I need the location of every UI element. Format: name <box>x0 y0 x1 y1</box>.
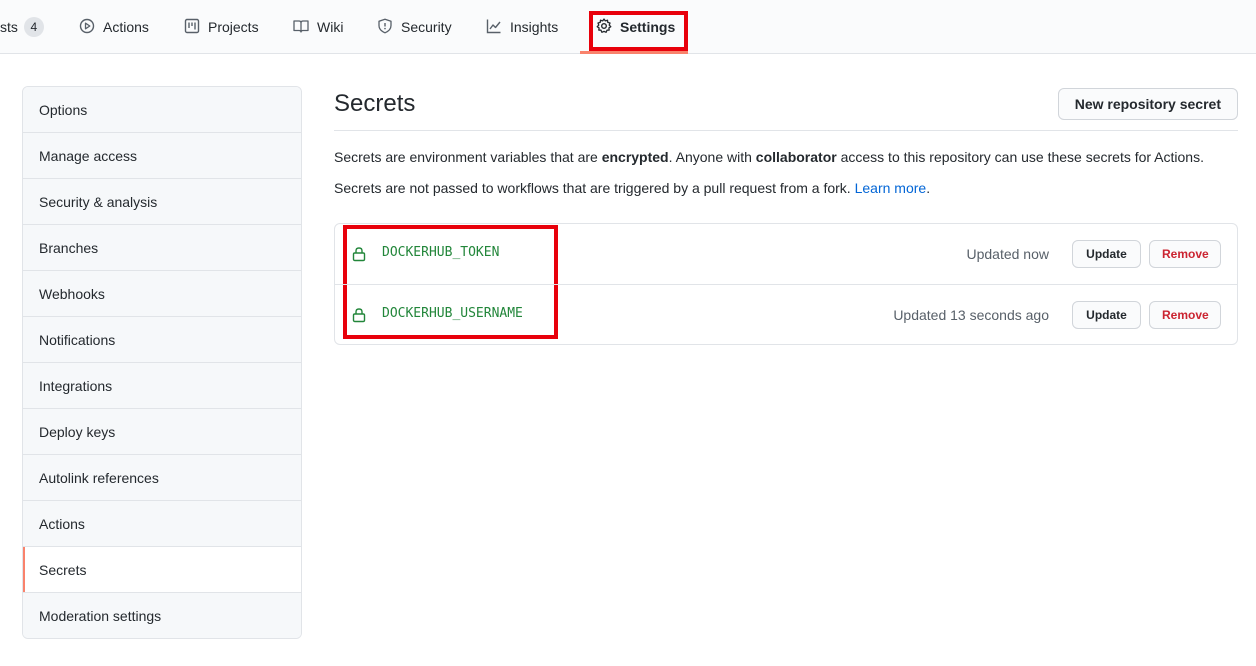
secret-updated-time: Updated 13 seconds ago <box>893 307 1049 323</box>
new-repository-secret-button[interactable]: New repository secret <box>1057 88 1238 120</box>
tab-security[interactable]: Security <box>377 0 452 54</box>
sidebar-item-notifications[interactable]: Notifications <box>23 317 301 363</box>
lock-icon <box>352 307 366 328</box>
secrets-description: Secrets are environment variables that a… <box>334 149 1204 165</box>
project-board-icon <box>184 18 208 37</box>
tab-label: Wiki <box>317 19 344 35</box>
tab-actions[interactable]: Actions <box>79 0 149 54</box>
sidebar-item-integrations[interactable]: Integrations <box>23 363 301 409</box>
tab-pull-requests[interactable]: sts 4 <box>0 0 44 54</box>
desc-text: access to this repository can use these … <box>836 149 1204 165</box>
page-header: Secrets New repository secret <box>334 86 1238 131</box>
secret-updated-time: Updated now <box>966 246 1049 262</box>
settings-sidebar: Options Manage access Security & analysi… <box>22 86 302 639</box>
secrets-main: Secrets New repository secret Secrets ar… <box>334 86 1238 345</box>
fork-note-text: . <box>926 180 931 196</box>
sidebar-item-manage-access[interactable]: Manage access <box>23 133 301 179</box>
page-title: Secrets <box>334 90 416 117</box>
book-icon <box>293 18 317 37</box>
selected-tab-underline <box>580 51 688 54</box>
sidebar-item-options[interactable]: Options <box>23 87 301 133</box>
secret-name: DOCKERHUB_USERNAME <box>382 306 523 321</box>
tab-label: sts <box>0 19 18 35</box>
sidebar-item-webhooks[interactable]: Webhooks <box>23 271 301 317</box>
learn-more-link[interactable]: Learn more <box>855 180 927 196</box>
remove-secret-button[interactable]: Remove <box>1149 301 1221 329</box>
sidebar-item-moderation-settings[interactable]: Moderation settings <box>23 593 301 638</box>
sidebar-item-autolink-references[interactable]: Autolink references <box>23 455 301 501</box>
play-circle-icon <box>79 18 103 37</box>
sidebar-item-branches[interactable]: Branches <box>23 225 301 271</box>
desc-emphasis-encrypted: encrypted <box>601 149 669 165</box>
tab-label: Projects <box>208 19 259 35</box>
sidebar-item-deploy-keys[interactable]: Deploy keys <box>23 409 301 455</box>
tab-insights[interactable]: Insights <box>486 0 558 54</box>
tab-label: Insights <box>510 19 559 35</box>
lock-icon <box>352 246 366 267</box>
tab-wiki[interactable]: Wiki <box>293 0 343 54</box>
update-secret-button[interactable]: Update <box>1072 301 1141 329</box>
sidebar-item-actions[interactable]: Actions <box>23 501 301 547</box>
desc-emphasis-collaborator: collaborator <box>755 149 837 165</box>
secret-name: DOCKERHUB_TOKEN <box>382 245 500 260</box>
sidebar-item-security-analysis[interactable]: Security & analysis <box>23 179 301 225</box>
pull-requests-counter: 4 <box>23 17 44 37</box>
secrets-list: DOCKERHUB_TOKEN Updated now Update Remov… <box>334 223 1238 345</box>
tab-label: Actions <box>103 19 149 35</box>
sidebar-item-secrets[interactable]: Secrets <box>23 547 301 593</box>
remove-secret-button[interactable]: Remove <box>1149 240 1221 268</box>
shield-icon <box>377 18 401 37</box>
fork-note: Secrets are not passed to workflows that… <box>334 180 930 196</box>
tab-settings[interactable]: Settings <box>596 0 675 54</box>
gear-icon <box>596 17 620 37</box>
tab-label: Settings <box>620 19 676 35</box>
graph-icon <box>486 18 510 37</box>
secret-row: DOCKERHUB_TOKEN Updated now Update Remov… <box>335 224 1237 284</box>
repo-tab-bar: sts 4 Actions Projects Wiki Security Ins… <box>0 0 1256 54</box>
tab-projects[interactable]: Projects <box>184 0 259 54</box>
fork-note-text: Secrets are not passed to workflows that… <box>334 180 855 196</box>
desc-text: . Anyone with <box>668 149 756 165</box>
update-secret-button[interactable]: Update <box>1072 240 1141 268</box>
tab-label: Security <box>401 19 452 35</box>
secret-row: DOCKERHUB_USERNAME Updated 13 seconds ag… <box>335 284 1237 344</box>
desc-text: Secrets are environment variables that a… <box>334 149 602 165</box>
